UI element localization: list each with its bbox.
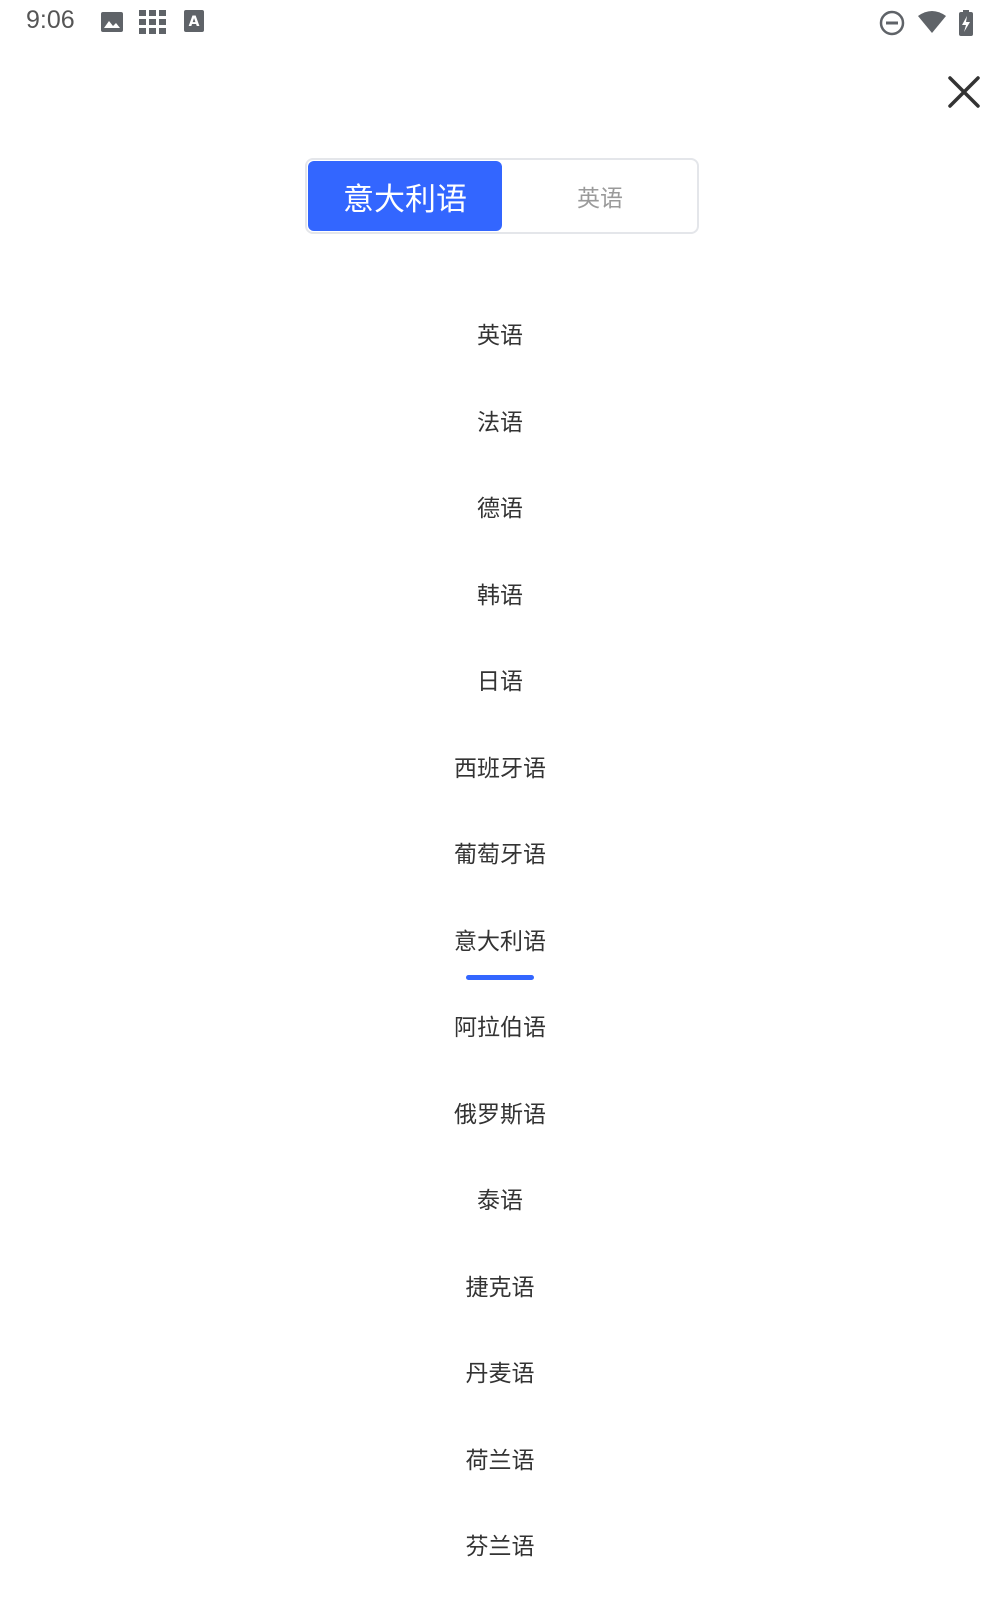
language-item-english[interactable]: 英语 [0, 290, 1000, 377]
target-language-tab[interactable]: 英语 [503, 160, 697, 232]
battery-charging-icon [958, 10, 974, 40]
selected-indicator [466, 975, 534, 980]
language-item-label: 英语 [477, 323, 523, 350]
language-item-label: 泰语 [477, 1188, 523, 1215]
language-item-label: 意大利语 [454, 928, 546, 955]
language-item-german[interactable]: 德语 [0, 463, 1000, 550]
language-direction-toggle: 意大利语 英语 [305, 158, 699, 234]
language-item-thai[interactable]: 泰语 [0, 1155, 1000, 1242]
language-item-label: 西班牙语 [454, 755, 546, 782]
language-item-danish[interactable]: 丹麦语 [0, 1328, 1000, 1415]
language-item-finnish[interactable]: 芬兰语 [0, 1501, 1000, 1588]
language-item-label: 日语 [477, 669, 523, 696]
language-item-label: 阿拉伯语 [454, 1015, 546, 1042]
source-language-tab[interactable]: 意大利语 [308, 161, 502, 231]
language-item-spanish[interactable]: 西班牙语 [0, 723, 1000, 810]
language-item-italian[interactable]: 意大利语 [0, 896, 1000, 983]
language-item-dutch[interactable]: 荷兰语 [0, 1415, 1000, 1502]
language-item-russian[interactable]: 俄罗斯语 [0, 1069, 1000, 1156]
language-item-label: 德语 [477, 496, 523, 523]
image-icon [100, 10, 124, 38]
language-item-label: 芬兰语 [465, 1534, 535, 1561]
language-item-arabic[interactable]: 阿拉伯语 [0, 982, 1000, 1069]
language-item-label: 葡萄牙语 [454, 842, 546, 869]
language-item-label: 韩语 [477, 582, 523, 609]
language-item-label: 法语 [477, 409, 523, 436]
svg-text:A: A [189, 14, 200, 30]
apps-grid-icon [139, 10, 167, 38]
language-item-label: 荷兰语 [465, 1447, 535, 1474]
dnd-icon [879, 10, 905, 40]
language-item-czech[interactable]: 捷克语 [0, 1242, 1000, 1329]
language-item-label: 俄罗斯语 [454, 1101, 546, 1128]
status-time: 9:06 [26, 6, 75, 34]
language-item-french[interactable]: 法语 [0, 377, 1000, 464]
keyboard-a-icon: A [184, 10, 204, 36]
language-list: 英语 法语 德语 韩语 日语 西班牙语 葡萄牙语 意大利语 阿拉伯语 俄罗斯语 … [0, 290, 1000, 1588]
wifi-icon [917, 10, 947, 38]
language-item-korean[interactable]: 韩语 [0, 550, 1000, 637]
language-item-portuguese[interactable]: 葡萄牙语 [0, 809, 1000, 896]
language-item-label: 捷克语 [465, 1274, 535, 1301]
source-language-label: 意大利语 [343, 181, 467, 218]
close-button[interactable] [944, 72, 984, 112]
status-bar: 9:06 A [0, 0, 1000, 46]
target-language-label: 英语 [577, 186, 623, 212]
close-icon [944, 76, 984, 116]
language-item-japanese[interactable]: 日语 [0, 636, 1000, 723]
language-item-label: 丹麦语 [465, 1361, 535, 1388]
